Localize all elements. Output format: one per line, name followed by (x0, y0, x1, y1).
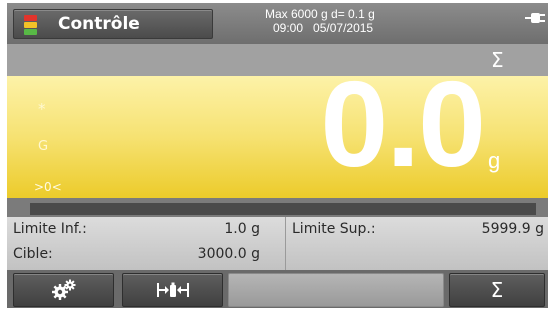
limits-panel: Limite Inf.: 1.0 g Cible: 3000.0 g Limit… (7, 217, 548, 270)
zero-indicator: >0< (34, 180, 62, 194)
lower-limit-value: 1.0 g (224, 221, 260, 237)
scale-info: Max 6000 g d= 0.1 g 09:00 05/07/2015 (265, 7, 405, 35)
upper-limit-value: 5999.9 g (481, 221, 544, 237)
settings-button[interactable] (13, 273, 114, 307)
scale-screen: Contrôle Max 6000 g d= 0.1 g 09:00 05/07… (7, 3, 548, 308)
mode-button[interactable]: Contrôle (13, 9, 213, 39)
panel-divider (285, 217, 286, 270)
target-label: Cible: (13, 246, 53, 262)
weight-value: 0.0 (320, 56, 486, 192)
traffic-light-icon (24, 15, 37, 35)
sigma-button-label: Σ (490, 278, 504, 302)
plug-icon (525, 13, 545, 23)
date-text: 05/07/2015 (313, 21, 374, 35)
capacity-text: Max 6000 g d= 0.1 g (265, 7, 375, 21)
gears-icon (51, 279, 75, 300)
checkweigh-bar-area (7, 198, 548, 217)
checkweigh-bar (30, 203, 536, 215)
weight-display: * G >0< 0.0 g (7, 56, 548, 198)
accumulate-button[interactable]: Σ (449, 273, 545, 307)
gross-indicator: G (38, 139, 49, 154)
datetime: 09:00 05/07/2015 (265, 21, 405, 35)
time-text: 09:00 (273, 21, 304, 35)
target-value: 3000.0 g (197, 246, 260, 262)
tare-button[interactable] (122, 273, 223, 307)
stable-indicator: * (38, 100, 46, 118)
bottom-bar: Σ (7, 270, 548, 308)
top-bar: Contrôle Max 6000 g d= 0.1 g 09:00 05/07… (7, 3, 548, 44)
upper-limit-label: Limite Sup.: (292, 221, 376, 237)
tare-icon (156, 282, 189, 297)
lower-limit-label: Limite Inf.: (13, 221, 87, 237)
mode-label: Contrôle (58, 14, 140, 34)
empty-softkey (228, 273, 444, 307)
weight-unit: g (488, 148, 501, 173)
sigma-indicator: Σ (491, 48, 504, 72)
